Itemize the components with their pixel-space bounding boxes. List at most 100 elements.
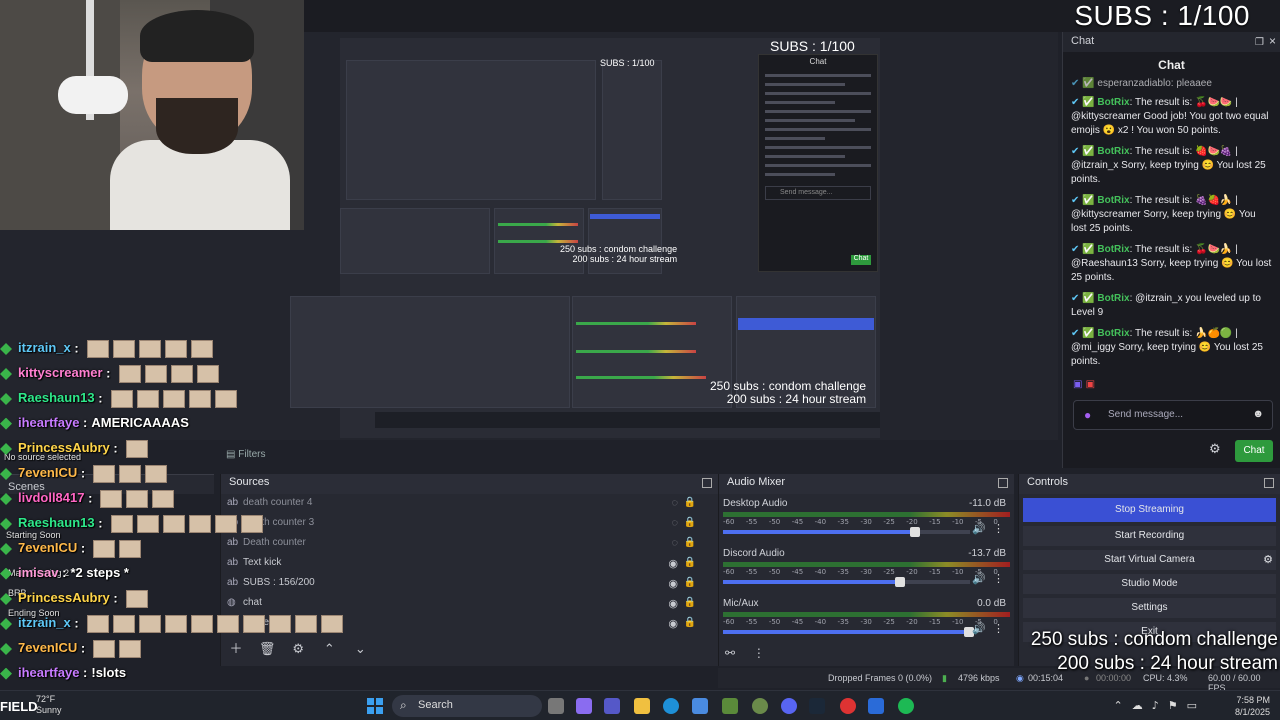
- channel-menu-icon[interactable]: ⋮: [993, 622, 1004, 635]
- overlay-chat-colon: :: [79, 665, 88, 680]
- eye-hidden-icon[interactable]: ◌: [671, 497, 678, 509]
- app-icon[interactable]: [752, 698, 768, 714]
- eye-icon[interactable]: ◉: [668, 597, 678, 610]
- discord-icon[interactable]: [781, 698, 797, 714]
- lock-icon[interactable]: 🔒: [684, 537, 696, 548]
- speaker-icon[interactable]: 🔊: [972, 572, 986, 585]
- teams-icon[interactable]: [604, 698, 620, 714]
- chat-window: Chat ❐ × Chat ✔ ✅ esperanzadiablo: pleaa…: [1062, 32, 1280, 468]
- taskbar-clock[interactable]: 7:58 PM 8/1/2025: [1235, 694, 1270, 718]
- controls-title: Controls: [1019, 474, 1280, 494]
- eye-hidden-icon[interactable]: ◌: [671, 537, 678, 549]
- chat-username[interactable]: BotRix: [1097, 195, 1129, 206]
- meter-tick-label: -30: [860, 618, 872, 626]
- mixer-menu-icon[interactable]: ⋮: [753, 646, 765, 660]
- chat-username[interactable]: BotRix: [1097, 97, 1129, 108]
- emote-image: [112, 615, 135, 633]
- chat-header: Chat: [1158, 58, 1185, 72]
- chat-username[interactable]: BotRix: [1097, 244, 1129, 255]
- emote-image: [164, 615, 187, 633]
- store-icon[interactable]: [692, 698, 708, 714]
- chat-username[interactable]: BotRix: [1097, 293, 1129, 304]
- bitrate: 4796 kbps: [958, 673, 1000, 683]
- meter-tick-label: -35: [837, 618, 849, 626]
- task-view-icon[interactable]: [548, 698, 564, 714]
- meter-tick-label: -55: [745, 568, 758, 576]
- stream-chat-overlay: itzrain_x : kittyscreamer : Raeshaun13 : ih…: [0, 340, 440, 690]
- popout-icon[interactable]: ❐: [1255, 37, 1264, 48]
- system-tray-icons[interactable]: ⌃☁♪⚑▭: [1114, 699, 1207, 712]
- emote-image: [188, 390, 211, 408]
- start-recording-button[interactable]: Start Recording: [1023, 526, 1276, 546]
- chat-message-input[interactable]: ● Send message... ☻: [1073, 400, 1273, 430]
- chat-username[interactable]: BotRix: [1097, 328, 1129, 339]
- volume-meter: [723, 562, 1010, 567]
- start-virtual-camera-button[interactable]: Start Virtual Camera ⚙: [1023, 550, 1276, 570]
- advanced-audio-icon[interactable]: ⚯: [725, 646, 735, 660]
- speaker-icon[interactable]: 🔊: [972, 622, 986, 635]
- emoji-icon[interactable]: ☻: [1252, 408, 1264, 420]
- lock-icon[interactable]: 🔒: [684, 577, 696, 588]
- spotify-icon[interactable]: [898, 698, 914, 714]
- taskbar-search[interactable]: ⌕ Search: [392, 695, 542, 717]
- chat-badge-icon: [0, 393, 12, 405]
- eye-icon[interactable]: ◉: [668, 617, 678, 630]
- meter-tick-label: -50: [768, 568, 781, 576]
- chat-badge-icon: [0, 443, 12, 455]
- virtual-camera-settings-icon[interactable]: ⚙: [1258, 550, 1278, 570]
- volume-slider[interactable]: [723, 527, 970, 537]
- lock-icon[interactable]: 🔒: [684, 517, 696, 528]
- file-explorer-icon[interactable]: [634, 698, 650, 714]
- chat-badge-icon: [0, 368, 12, 380]
- mixer-channels: Desktop Audio -11.0 dB -60 -55 -50 -45 -40 -35 -…: [719, 494, 1014, 644]
- volume-slider[interactable]: [723, 577, 970, 587]
- app-window-icon[interactable]: [868, 698, 884, 714]
- chat-message: ✔ ✅ BotRix: The result is: 🍒🍉🍌 | @Raesha…: [1071, 243, 1272, 285]
- emote-image: [125, 440, 148, 458]
- eye-hidden-icon[interactable]: ◌: [671, 517, 678, 529]
- eye-icon[interactable]: ◉: [668, 577, 678, 590]
- emote-image: [190, 340, 213, 358]
- eye-icon[interactable]: ◉: [668, 557, 678, 570]
- lock-icon[interactable]: 🔒: [684, 597, 696, 608]
- chat-window-titlebar: Chat ❐ ×: [1063, 32, 1280, 52]
- channel-menu-icon[interactable]: ⋮: [993, 522, 1004, 535]
- lock-icon[interactable]: 🔒: [684, 497, 696, 508]
- chat-username[interactable]: BotRix: [1097, 146, 1129, 157]
- close-icon[interactable]: ×: [1269, 34, 1276, 48]
- stream-screen: SUBS : 1/100 SUBS : 1/100 250 subs : con…: [0, 0, 1280, 720]
- studio-mode-button[interactable]: Studio Mode: [1023, 574, 1276, 594]
- overlay-chat-username: iheartfaye: [18, 415, 80, 430]
- dropped-frames: Dropped Frames 0 (0.0%): [828, 673, 933, 683]
- stop-streaming-button[interactable]: Stop Streaming: [1023, 498, 1276, 522]
- volume-slider-handle[interactable]: [894, 577, 905, 587]
- overlay-chat-line: 7evenICU :: [0, 465, 440, 490]
- copilot-icon[interactable]: [576, 698, 592, 714]
- volume-slider[interactable]: [723, 627, 974, 637]
- emote-image: [162, 515, 185, 533]
- overlay-chat-colon: :: [109, 440, 118, 456]
- chat-badge-icon: [0, 567, 12, 580]
- overlay-chat-line: Raeshaun13 :: [0, 390, 440, 415]
- minecraft-icon[interactable]: [722, 698, 738, 714]
- lock-icon[interactable]: 🔒: [684, 557, 696, 568]
- chat-send-button[interactable]: Chat: [1235, 440, 1273, 462]
- overlay-chat-line: Raeshaun13 :: [0, 515, 440, 540]
- emote-image: [320, 615, 343, 633]
- meter-tick-label: -25: [883, 618, 895, 626]
- steam-icon[interactable]: [809, 698, 825, 714]
- windows-start-icon[interactable]: [367, 698, 383, 714]
- channel-menu-icon[interactable]: ⋮: [993, 572, 1004, 585]
- obs-icon[interactable]: [840, 698, 856, 714]
- lock-icon[interactable]: 🔒: [684, 617, 696, 628]
- speaker-icon[interactable]: 🔊: [972, 522, 986, 535]
- volume-slider-handle[interactable]: [909, 527, 920, 537]
- emote-image: [93, 465, 116, 483]
- overlay-chat-username: 7evenICU: [18, 540, 78, 556]
- chat-settings-icon[interactable]: ⚙: [1209, 442, 1221, 457]
- emote-image: [93, 640, 116, 658]
- settings-button[interactable]: Settings: [1023, 598, 1276, 618]
- meter-tick-label: -20: [906, 518, 918, 526]
- edge-icon[interactable]: [663, 698, 679, 714]
- channel-name: Mic/Aux: [723, 598, 759, 609]
